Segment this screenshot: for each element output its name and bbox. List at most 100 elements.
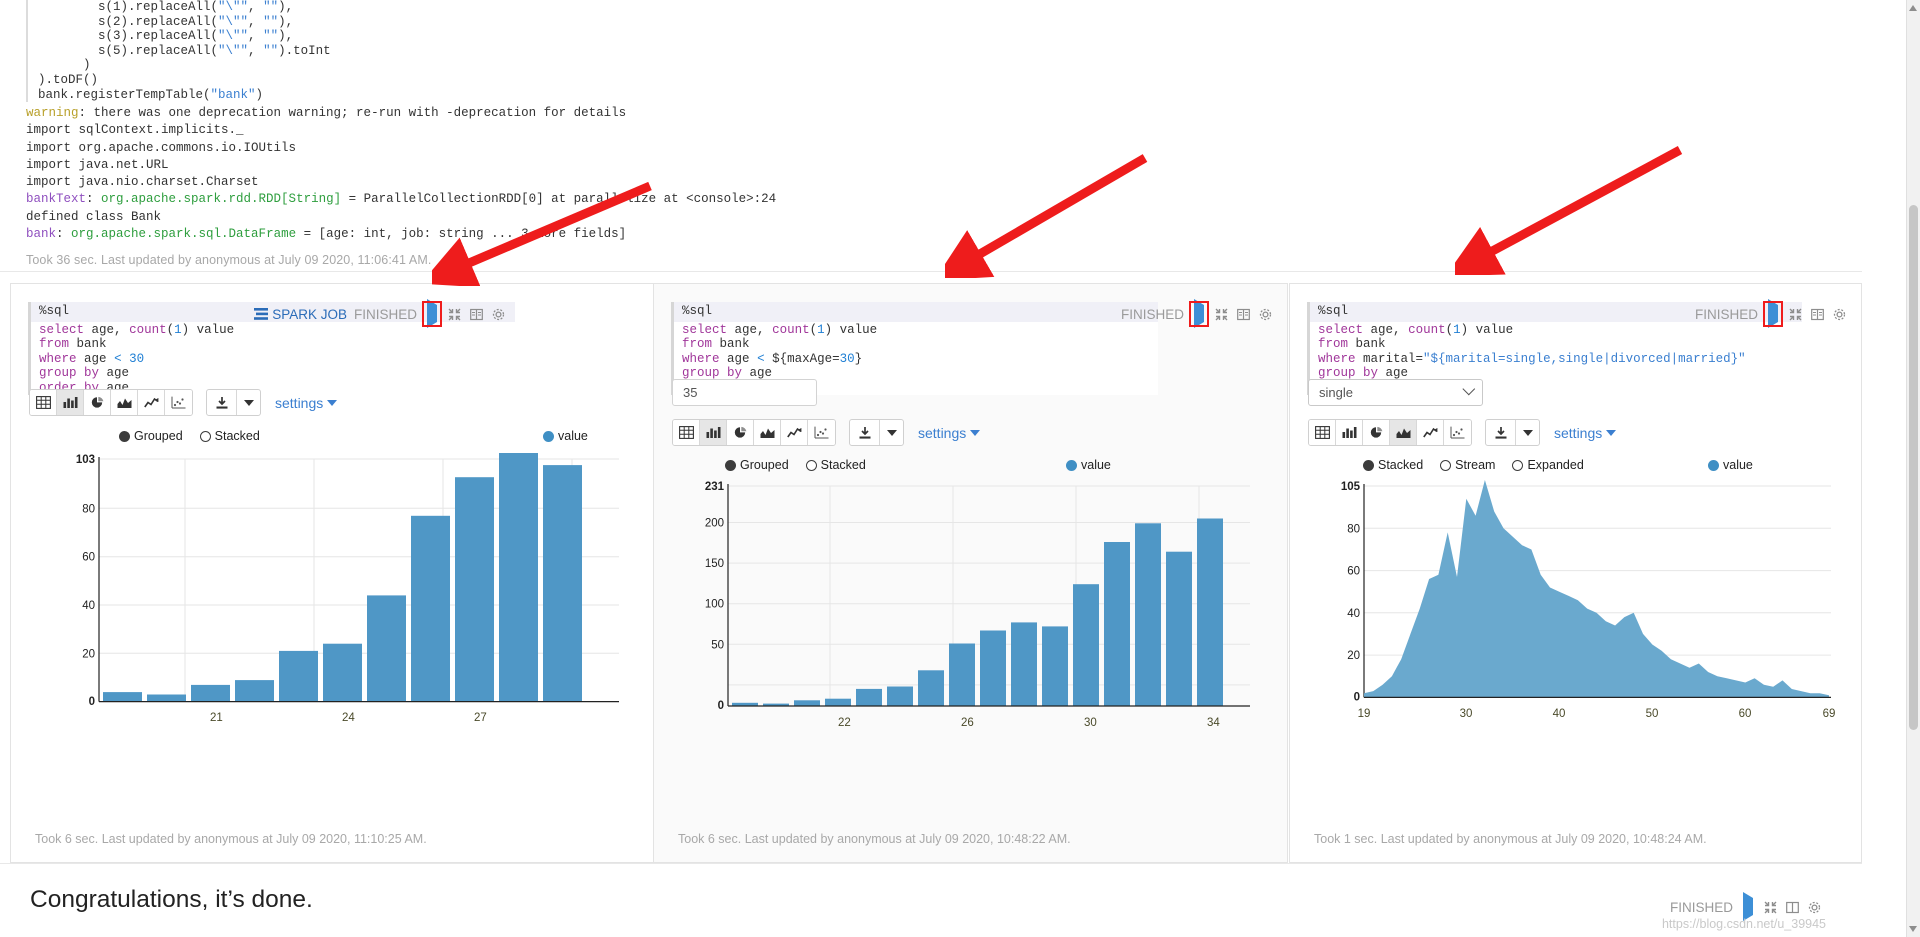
area-series (1364, 480, 1829, 698)
svg-text:20: 20 (1347, 650, 1360, 662)
book-icon-bottom[interactable] (1785, 900, 1800, 915)
zeppelin-notebook-page: s(1).replaceAll("\"", ""), s(2).replaceA… (0, 0, 1920, 937)
svg-text:100: 100 (705, 599, 724, 611)
svg-text:60: 60 (1347, 566, 1360, 578)
area-chart-3: 105 80 60 40 20 0 19 30 40 50 60 69 (1304, 476, 1849, 756)
download-caret-button[interactable] (880, 420, 903, 445)
svg-text:200: 200 (705, 518, 724, 530)
gear-icon-1[interactable] (491, 307, 506, 322)
run-paragraph-button-3[interactable] (1763, 299, 1783, 328)
run-paragraph-button-bottom[interactable] (1740, 892, 1756, 921)
table-icon[interactable] (1309, 420, 1336, 445)
scatter-chart-icon[interactable] (165, 390, 192, 415)
output-line: import sqlContext.implicits._ (26, 123, 244, 138)
gear-icon-2[interactable] (1258, 307, 1273, 322)
book-icon-2[interactable] (1236, 307, 1251, 322)
area-mode-radios-3: Stacked Stream Expanded (1363, 458, 1584, 472)
legend-swatch (1066, 459, 1077, 471)
code-line: bank.registerTempTable("bank") (38, 87, 264, 102)
radio-stacked-3[interactable]: Stacked (1363, 458, 1423, 472)
bar-chart-icon[interactable] (700, 420, 727, 445)
run-paragraph-button-2[interactable] (1189, 299, 1209, 328)
run-paragraph-button-1[interactable] (422, 299, 442, 328)
max-age-input[interactable]: 35 (672, 379, 817, 406)
radio-stream-3[interactable]: Stream (1440, 458, 1495, 472)
radio-dot (199, 430, 211, 442)
status-bar-1: SPARK JOB FINISHED (254, 299, 506, 328)
area-chart-icon[interactable] (111, 390, 138, 415)
output-line: bankText: org.apache.spark.rdd.RDD[Strin… (26, 192, 777, 207)
scrollbar-thumb[interactable] (1909, 205, 1918, 730)
table-icon[interactable] (673, 420, 700, 445)
svg-text:60: 60 (1739, 708, 1752, 720)
interpreter-label: %sql (1318, 304, 1349, 318)
chevron-down-icon (1522, 429, 1533, 436)
output-line: import java.nio.charset.Charset (26, 175, 259, 190)
bar-chart-icon[interactable] (57, 390, 84, 415)
collapse-icon-1[interactable] (447, 307, 462, 322)
scala-code-block[interactable]: s(1).replaceAll("\"", ""), s(2).replaceA… (26, 0, 331, 103)
gear-icon-bottom[interactable] (1807, 900, 1822, 915)
chevron-down-icon (970, 429, 981, 436)
bar-chart-icon[interactable] (1336, 420, 1363, 445)
scroll-down-icon[interactable] (1909, 926, 1917, 932)
scatter-chart-icon[interactable] (1444, 420, 1471, 445)
run-icon (1768, 299, 1778, 328)
line-chart-icon[interactable] (138, 390, 165, 415)
line-chart-icon[interactable] (781, 420, 808, 445)
bar-mode-radios-2: Grouped Stacked (725, 458, 866, 472)
download-icon[interactable] (1486, 420, 1516, 445)
svg-text:34: 34 (1207, 717, 1220, 729)
output-line: import java.net.URL (26, 157, 169, 172)
spark-job-link[interactable]: SPARK JOB (254, 307, 347, 322)
svg-text:0: 0 (718, 700, 724, 712)
area-chart-icon[interactable] (1390, 420, 1417, 445)
book-icon-1[interactable] (469, 307, 484, 322)
radio-grouped-1[interactable]: Grouped (119, 429, 183, 443)
download-caret-button[interactable] (1516, 420, 1539, 445)
radio-expanded-3[interactable]: Expanded (1512, 458, 1584, 472)
chevron-down-icon (1606, 429, 1617, 436)
output-line: bank: org.apache.spark.sql.DataFrame = [… (26, 227, 627, 242)
svg-text:69: 69 (1823, 708, 1836, 720)
table-icon[interactable] (30, 390, 57, 415)
settings-button-2[interactable]: settings (918, 425, 981, 441)
radio-stacked-1[interactable]: Stacked (199, 429, 260, 443)
output-line: import org.apache.commons.io.IOUtils (26, 140, 297, 155)
marital-select[interactable]: single (1308, 379, 1483, 406)
pie-chart-icon[interactable] (84, 390, 111, 415)
settings-button-1[interactable]: settings (275, 394, 338, 411)
settings-button-3[interactable]: settings (1554, 425, 1617, 441)
svg-text:26: 26 (961, 717, 974, 729)
svg-text:22: 22 (838, 717, 851, 729)
collapse-icon-3[interactable] (1788, 307, 1803, 322)
chevron-down-icon (1462, 382, 1476, 396)
radio-stacked-2[interactable]: Stacked (805, 458, 866, 472)
finished-label-bottom: FINISHED (1669, 899, 1733, 915)
pie-chart-icon[interactable] (727, 420, 754, 445)
download-icon[interactable] (207, 390, 237, 415)
area-chart-icon[interactable] (754, 420, 781, 445)
gear-icon-3[interactable] (1832, 307, 1847, 322)
line-chart-icon[interactable] (1417, 420, 1444, 445)
svg-text:40: 40 (1347, 608, 1360, 620)
page-scrollbar[interactable] (1906, 0, 1920, 937)
status-bar-3: FINISHED (1695, 299, 1847, 328)
sql-body-1[interactable]: select age, count(1) value from bank whe… (31, 322, 515, 395)
svg-text:50: 50 (1646, 708, 1659, 720)
settings-label: settings (275, 394, 324, 411)
pie-chart-icon[interactable] (1363, 420, 1390, 445)
scroll-up-icon[interactable] (1909, 5, 1917, 11)
collapse-icon-bottom[interactable] (1763, 900, 1778, 915)
download-icon[interactable] (850, 420, 880, 445)
book-icon-3[interactable] (1810, 307, 1825, 322)
code-line: s(3).replaceAll("\"", ""), (38, 29, 294, 44)
svg-text:30: 30 (1084, 717, 1097, 729)
radio-grouped-2[interactable]: Grouped (725, 458, 789, 472)
marital-select-value: single (1319, 385, 1353, 400)
download-caret-button[interactable] (237, 390, 260, 415)
svg-text:50: 50 (711, 639, 724, 651)
svg-text:231: 231 (705, 481, 725, 493)
scatter-chart-icon[interactable] (808, 420, 835, 445)
collapse-icon-2[interactable] (1214, 307, 1229, 322)
